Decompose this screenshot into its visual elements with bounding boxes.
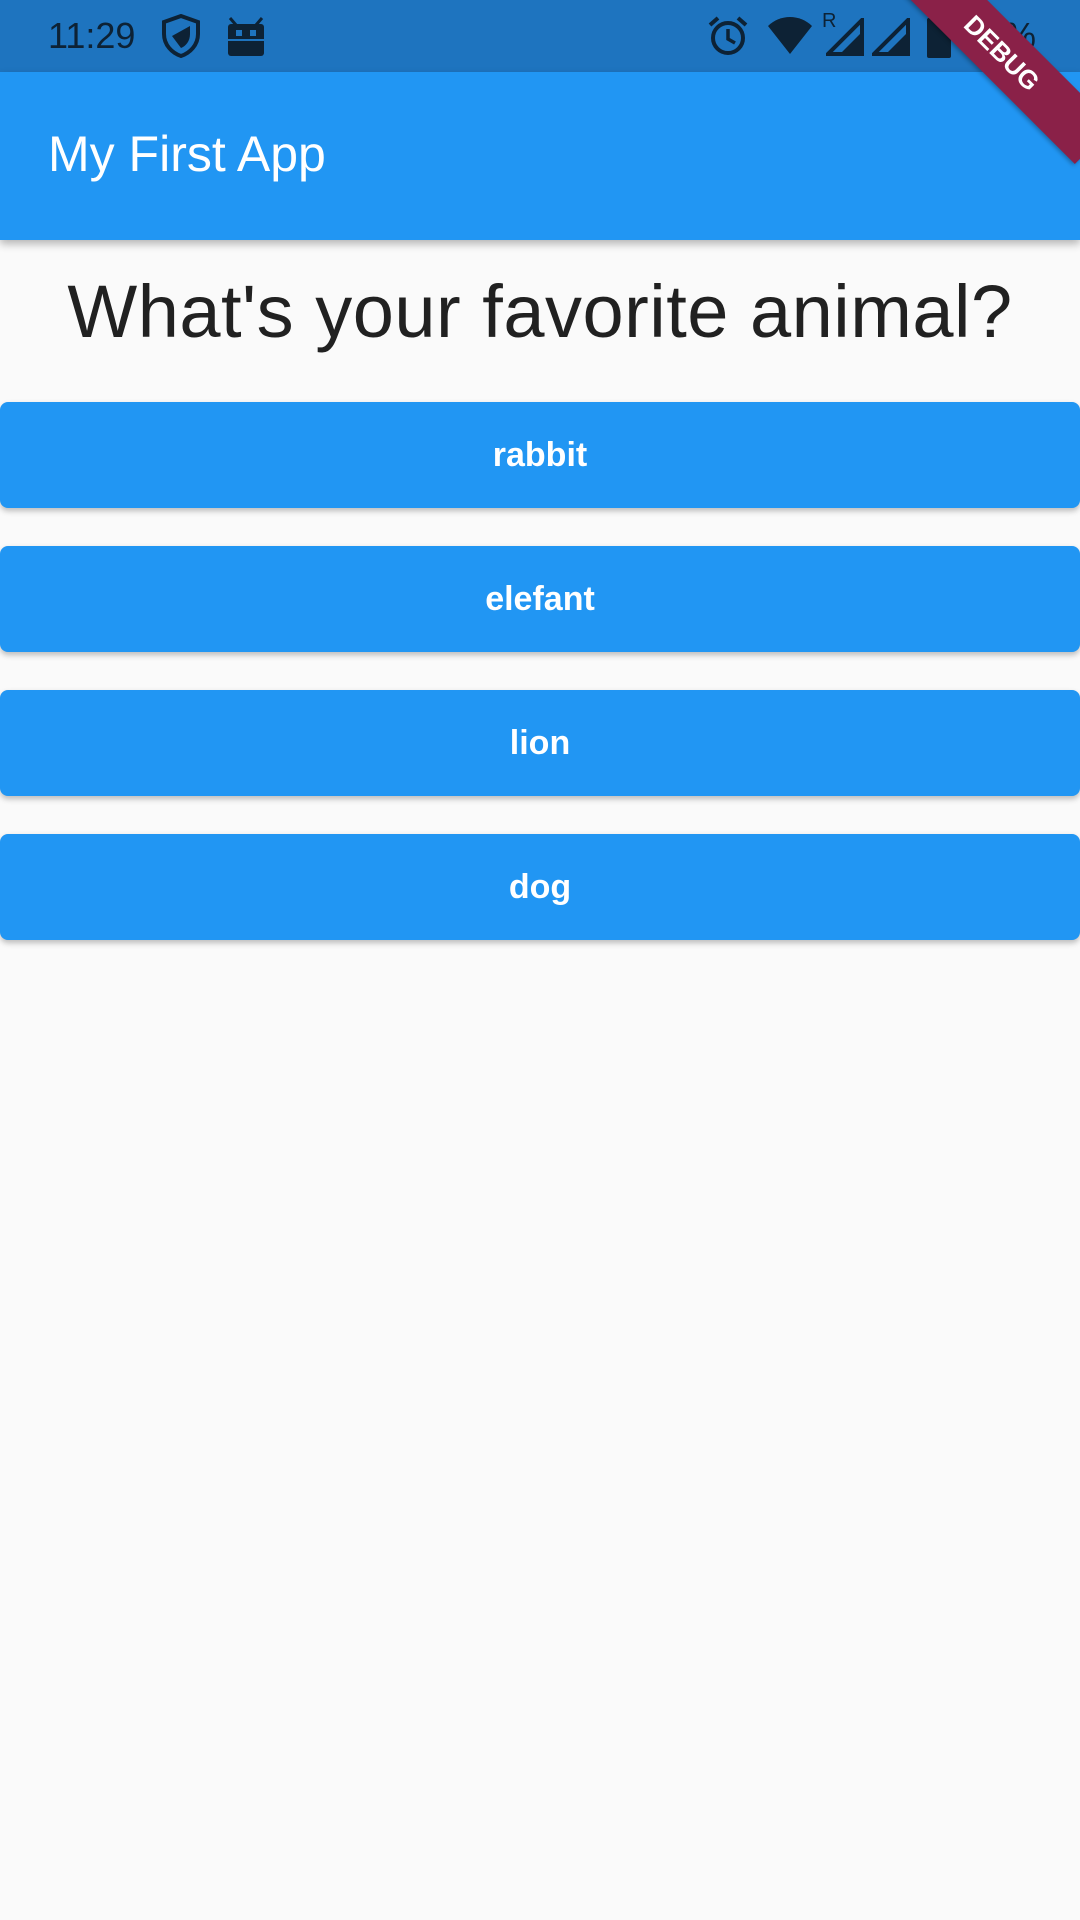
answer-button-dog[interactable]: dog [0, 834, 1080, 940]
alarm-icon [708, 16, 748, 55]
question-text: What's your favorite animal? [67, 270, 1013, 353]
status-bar: 11:29 R [0, 0, 1080, 72]
shield-icon [162, 14, 200, 58]
answer-button-elefant[interactable]: elefant [0, 546, 1080, 652]
app-bar: My First App [0, 72, 1080, 240]
answer-button-rabbit[interactable]: rabbit [0, 402, 1080, 508]
screen: 11:29 R My First App What's your favorit… [0, 0, 1080, 1920]
cell-signal-icon [872, 18, 910, 56]
cell-signal-icon [826, 18, 864, 56]
android-icon [228, 17, 264, 56]
answer-list: rabbit elefant lion dog [0, 402, 1080, 978]
app-title: My First App [48, 126, 326, 182]
wifi-icon [768, 17, 812, 54]
answer-button-lion[interactable]: lion [0, 690, 1080, 796]
status-time: 11:29 [48, 15, 136, 56]
